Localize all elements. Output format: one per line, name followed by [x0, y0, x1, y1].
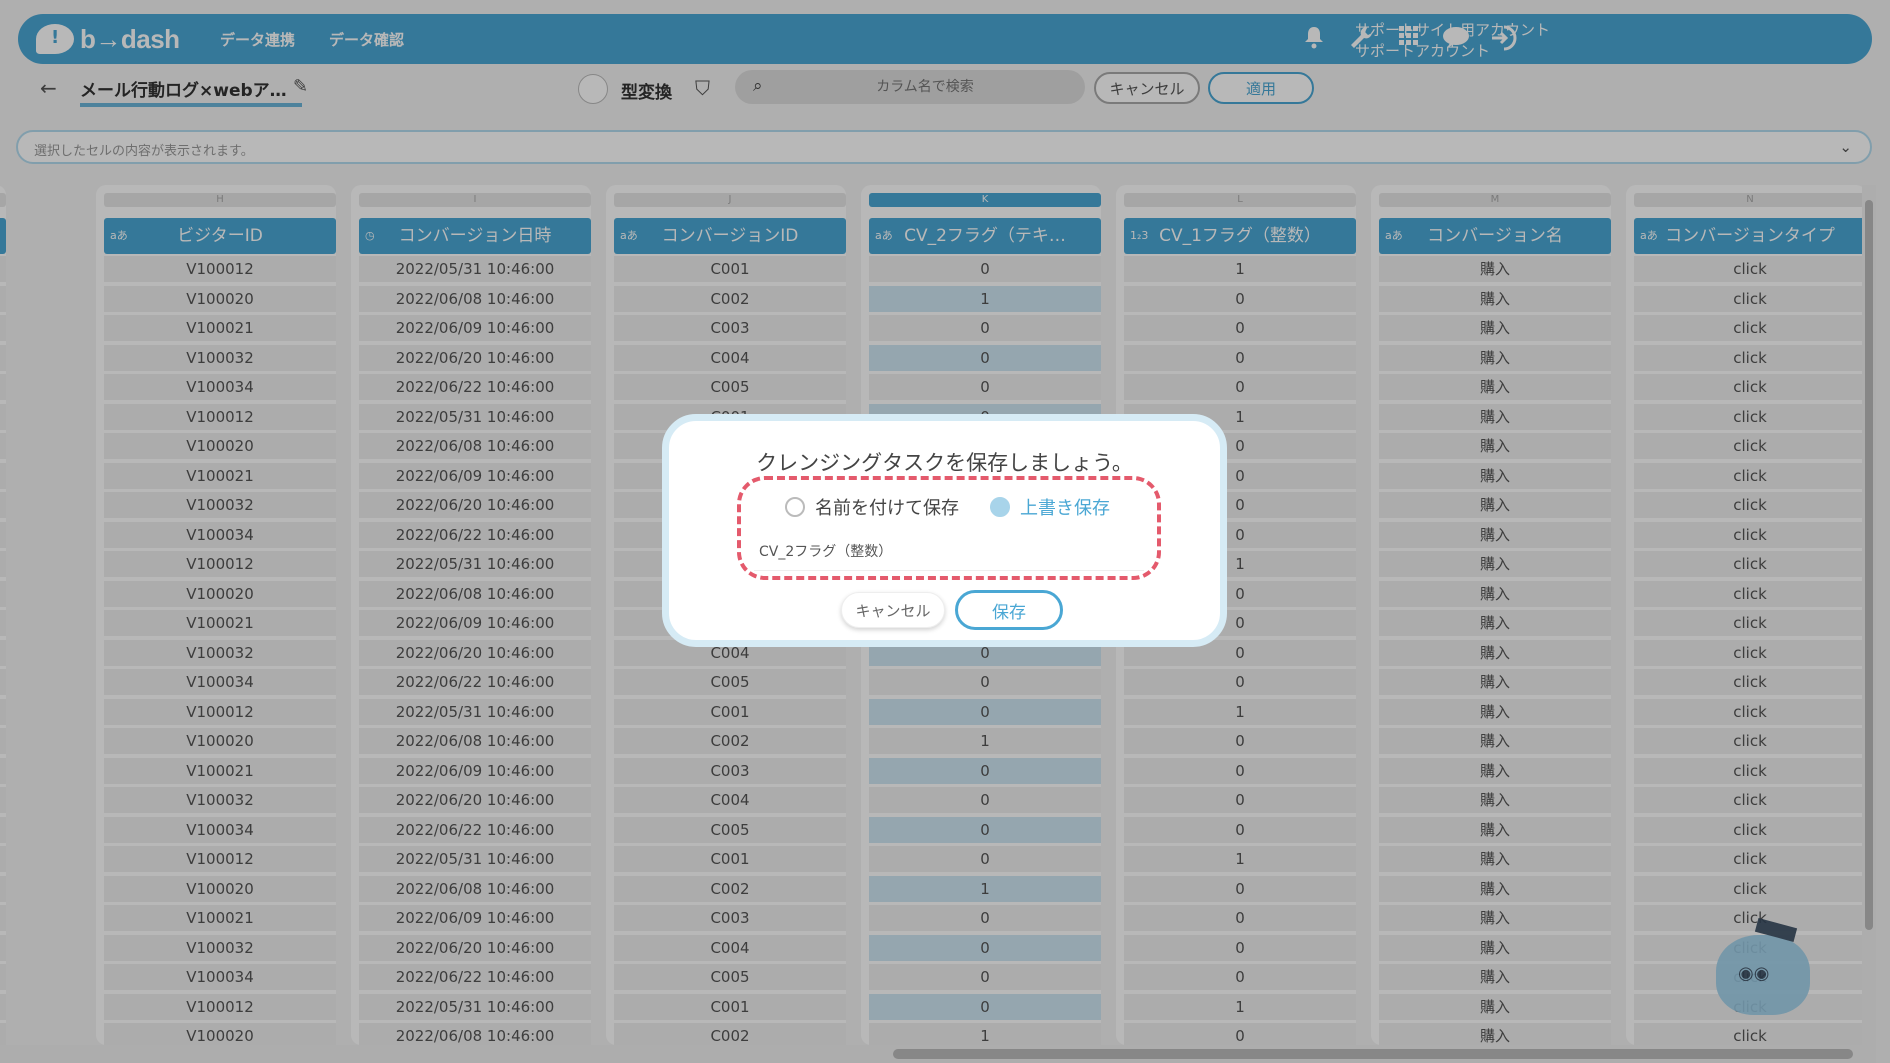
task-name-field[interactable] — [754, 531, 1144, 571]
dialog-cancel-button[interactable]: キャンセル — [841, 592, 945, 628]
option-save-as-label: 名前を付けて保存 — [815, 498, 959, 519]
save-task-dialog: クレンジングタスクを保存しましょう。 名前を付けて保存 上書き保存 キャンセル … — [662, 414, 1227, 647]
option-overwrite-label: 上書き保存 — [1020, 498, 1110, 519]
dialog-save-button[interactable]: 保存 — [955, 590, 1063, 630]
radio-save-as[interactable] — [785, 497, 805, 517]
dialog-title: クレンジングタスクを保存しましょう。 — [756, 451, 1133, 475]
option-save-as[interactable]: 名前を付けて保存 — [785, 494, 959, 520]
radio-overwrite[interactable] — [990, 497, 1010, 517]
option-overwrite[interactable]: 上書き保存 — [990, 494, 1110, 520]
